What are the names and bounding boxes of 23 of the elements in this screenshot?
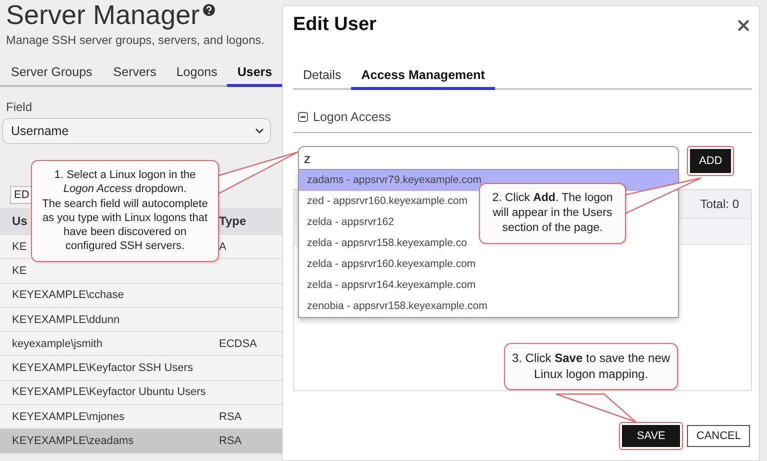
table-cell: KEYEXAMPLE\cchase — [12, 289, 124, 302]
table-cell: ECDSA — [219, 338, 257, 350]
table-cell: RSA — [219, 435, 242, 448]
section-title: Logon Access — [313, 110, 391, 124]
table-cell: RSA — [219, 410, 242, 423]
field-label: Field — [5, 99, 34, 116]
table-cell: KE — [12, 264, 27, 277]
page-subtitle: Manage SSH server groups, servers, and logons. — [5, 32, 266, 47]
callout-text: 2. Click Add. The logon will appear in the Users section of the page. — [491, 191, 614, 236]
callout-text: 3. Click Save to save the new Linux logon mapping. — [511, 351, 671, 382]
table-cell: KEYEXAMPLE\ddunn — [12, 314, 120, 326]
page-title: Server Manager — [6, 0, 200, 30]
callout-text: 1. Select a Linux logon in the Logon Access dropdown. — [53, 168, 197, 197]
table-cell: KEYEXAMPLE\Keyfactor Ubuntu Users — [12, 386, 206, 398]
table-cell: A — [219, 240, 226, 253]
table-cell: keyexample\jsmith — [12, 338, 102, 350]
table-cell: KEYEXAMPLE\zeadams — [12, 435, 134, 448]
table-cell: KEYEXAMPLE\Keyfactor SSH Users — [12, 362, 193, 374]
table-cell: KEYEXAMPLE\mjones — [12, 410, 124, 423]
total-count: Total: 0 — [700, 197, 739, 211]
table-cell: KE — [12, 240, 27, 253]
callout-text: The search field will autocomplete as you type with Linux logons that have been discovered on configured SSH servers. — [41, 196, 209, 254]
dialog-title: Edit User — [293, 14, 376, 36]
